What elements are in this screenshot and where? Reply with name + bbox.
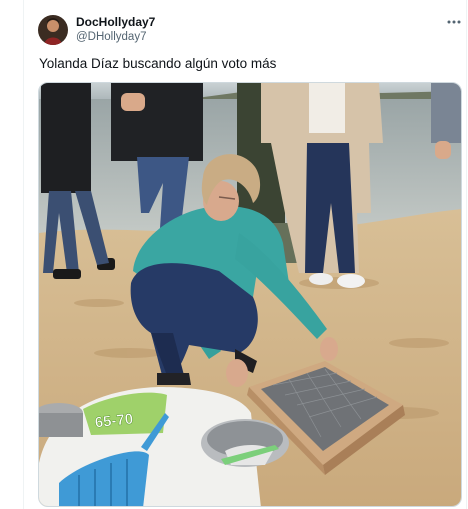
small-bowl-left (39, 403, 83, 437)
tweet-photo[interactable]: 65-70 (38, 82, 462, 507)
beach-scene-illustration: 65-70 (39, 83, 461, 506)
avatar-image (38, 15, 68, 45)
metal-strainer (201, 419, 289, 467)
more-horizontal-icon (447, 20, 461, 24)
timeline-divider-right (466, 0, 467, 509)
timeline-divider-left (23, 0, 24, 509)
more-options-button[interactable] (446, 14, 462, 30)
author-handle[interactable]: @DHollyday7 (76, 30, 146, 45)
author-name[interactable]: DocHollyday7 (76, 15, 155, 30)
avatar[interactable] (38, 15, 68, 45)
tweet-text: Yolanda Díaz buscando algún voto más (39, 56, 277, 71)
